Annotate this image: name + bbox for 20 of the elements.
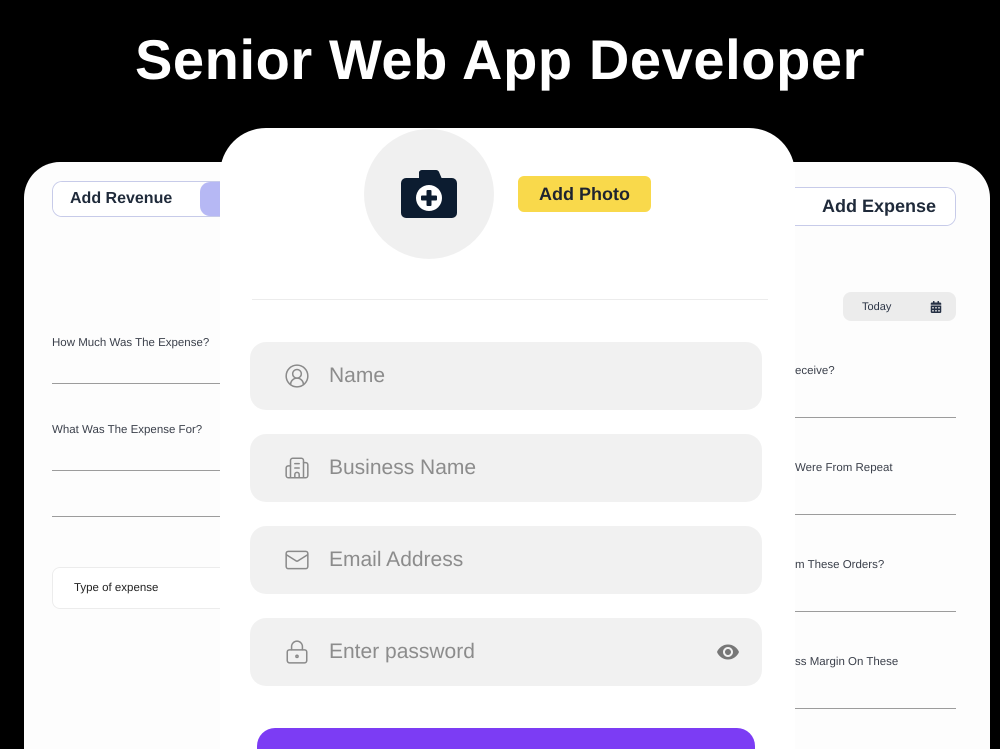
- question-label: ss Margin On These: [795, 655, 898, 669]
- question-label: How Much Was The Expense?: [52, 336, 210, 350]
- question-label: m These Orders?: [795, 558, 884, 572]
- calendar-icon: [930, 300, 942, 312]
- camera-icon: [401, 170, 457, 218]
- user-circle-icon: [284, 363, 310, 389]
- name-field[interactable]: Name: [250, 342, 762, 410]
- question-label: What Was The Expense For?: [52, 423, 202, 437]
- add-photo-button[interactable]: Add Photo: [518, 176, 651, 212]
- segment-button[interactable]: [200, 182, 220, 216]
- question-label: Were From Repeat: [795, 461, 893, 475]
- lock-icon: [284, 639, 310, 665]
- question-label: eceive?: [795, 364, 835, 378]
- date-picker[interactable]: Today: [843, 292, 956, 321]
- headline: Senior Web App Developer: [134, 28, 866, 92]
- email-field[interactable]: Email Address: [250, 526, 762, 594]
- password-field[interactable]: Enter password: [250, 618, 762, 686]
- building-icon: [284, 455, 310, 481]
- expense-type-dropdown[interactable]: Type of expense: [52, 567, 220, 609]
- business-field[interactable]: Business Name: [250, 434, 762, 502]
